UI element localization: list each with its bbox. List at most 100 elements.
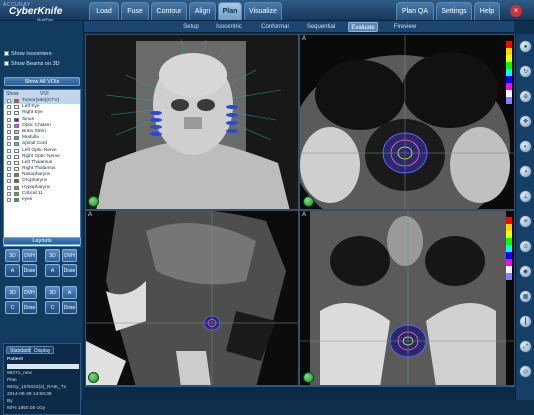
show-isocenters-checkbox[interactable]: Show Isocenters	[4, 50, 82, 58]
dose-level-swatch	[506, 238, 512, 245]
layout-button[interactable]: DVH	[22, 286, 37, 299]
plan-name: 90Gy_10/2022(2)_RAIK_Tx	[7, 385, 67, 390]
layout-button[interactable]: Dose	[22, 264, 37, 277]
close-icon[interactable]: ×	[510, 5, 522, 17]
voi-show-checkbox[interactable]	[7, 105, 11, 110]
grid-icon[interactable]: ▦	[519, 290, 532, 303]
voi-show-checkbox[interactable]	[7, 191, 11, 196]
layout-button[interactable]: DVH	[22, 249, 37, 262]
ruler-icon[interactable]: ┃	[519, 315, 532, 328]
tab-fuse[interactable]: Fuse	[121, 2, 149, 20]
voi-show-checkbox[interactable]	[7, 167, 11, 172]
voi-show-checkbox[interactable]	[7, 123, 11, 128]
reset-view-icon[interactable]	[88, 372, 99, 383]
contrast-icon[interactable]: ◑	[519, 165, 532, 178]
voi-color-swatch	[14, 160, 19, 165]
dose-color-bar	[506, 41, 512, 104]
zoom-icon[interactable]: ⊕	[519, 90, 532, 103]
layout-button[interactable]: 3D	[45, 286, 60, 299]
dose-level-swatch	[506, 90, 512, 97]
tab-visualize[interactable]: Visualize	[244, 2, 282, 20]
layout-button[interactable]: C	[5, 301, 20, 314]
view-label: A	[302, 212, 307, 218]
eye-icon[interactable]: ●	[519, 40, 532, 53]
fit-icon[interactable]: ⤢	[519, 340, 532, 353]
voi-show-checkbox[interactable]	[7, 111, 11, 116]
voi-show-checkbox[interactable]	[7, 173, 11, 178]
dose-level-swatch	[506, 97, 512, 104]
viewport-3d[interactable]	[85, 34, 299, 210]
layout-button[interactable]: C	[45, 301, 60, 314]
layout-button[interactable]: Dose	[62, 264, 77, 277]
layout-button[interactable]: A	[5, 264, 20, 277]
layout-button[interactable]: 3D	[5, 249, 20, 262]
pan-icon[interactable]: ✥	[519, 115, 532, 128]
camera-icon[interactable]: ◎	[519, 365, 532, 378]
subtab-conformal[interactable]: Conformal	[258, 22, 292, 32]
window-icon[interactable]: ◐	[519, 140, 532, 153]
voi-show-checkbox[interactable]	[7, 148, 11, 153]
tab-display[interactable]: Display	[30, 346, 55, 354]
voi-color-swatch	[14, 99, 19, 103]
plan-label: Plan	[7, 378, 17, 383]
subtab-sequential[interactable]: Sequential	[304, 22, 338, 32]
tab-contour[interactable]: Contour	[151, 2, 187, 20]
tab-settings[interactable]: Settings	[436, 2, 472, 20]
subtab-setup[interactable]: Setup	[180, 22, 202, 32]
voi-show-checkbox[interactable]	[7, 129, 11, 134]
voi-color-swatch	[14, 148, 19, 153]
voi-show-checkbox[interactable]	[7, 198, 11, 202]
tab-plan[interactable]: Plan	[218, 2, 242, 20]
beam-icon[interactable]: ✳	[519, 215, 532, 228]
reset-view-icon[interactable]	[303, 196, 314, 207]
dose-level-swatch	[506, 55, 512, 62]
layout-button[interactable]: DVH	[62, 249, 77, 262]
tab-help[interactable]: Help	[474, 2, 500, 20]
reset-view-icon[interactable]	[88, 196, 99, 207]
viewport-coronal[interactable]: A	[299, 210, 515, 386]
checkbox-box[interactable]	[4, 61, 9, 67]
voi-show-checkbox[interactable]	[7, 117, 11, 122]
dose-level-swatch	[506, 224, 512, 231]
voi-show-checkbox[interactable]	[7, 99, 11, 103]
viewport-axial[interactable]: A	[299, 34, 515, 210]
dose-icon[interactable]: ◉	[519, 265, 532, 278]
tab-align[interactable]: Align	[189, 2, 216, 20]
voi-show-checkbox[interactable]	[7, 154, 11, 159]
layout-button[interactable]: Dose	[62, 301, 77, 314]
voi-color-swatch	[14, 129, 19, 134]
reset-view-icon[interactable]	[303, 372, 314, 383]
layout-button[interactable]: A	[62, 286, 77, 299]
voi-color-swatch	[14, 173, 19, 178]
layouts-title: Layouts	[3, 237, 81, 245]
voi-show-checkbox[interactable]	[7, 179, 11, 184]
voi-show-checkbox[interactable]	[7, 136, 11, 141]
patient-id: 99271_new	[7, 371, 32, 376]
subtab-evaluate[interactable]: Evaluate	[348, 22, 378, 32]
voi-color-swatch	[14, 123, 19, 128]
voi-show-header: Show	[6, 91, 19, 97]
checkbox-box[interactable]	[4, 51, 9, 57]
dose-level-swatch	[506, 48, 512, 55]
show-beams-checkbox[interactable]: Show Beams on 3D	[4, 60, 82, 68]
tab-load[interactable]: Load	[89, 2, 119, 20]
layout-button[interactable]: Dose	[22, 301, 37, 314]
measure-icon[interactable]: ⟂	[519, 190, 532, 203]
tab-plan-qa[interactable]: Plan QA	[396, 2, 434, 20]
subtab-fireview[interactable]: Fireview	[390, 22, 420, 32]
viewport-sagittal[interactable]: A	[85, 210, 299, 386]
subtab-isocentric[interactable]: Isocentric	[212, 22, 246, 32]
patient-label: Patient	[7, 357, 23, 362]
rotate-icon[interactable]: ↻	[519, 65, 532, 78]
iso-icon[interactable]: ⊙	[519, 240, 532, 253]
layout-button[interactable]: 3D	[45, 249, 60, 262]
voi-show-checkbox[interactable]	[7, 160, 11, 165]
show-all-vois-button[interactable]: Show All VOIs	[4, 77, 80, 86]
voi-show-checkbox[interactable]	[7, 142, 11, 147]
voi-show-checkbox[interactable]	[7, 185, 11, 190]
voi-list: Show VOI Tumor(site)(CTV) Left Eye Right E…	[3, 89, 81, 247]
layout-button[interactable]: A	[45, 264, 60, 277]
voi-color-swatch	[14, 117, 19, 122]
voi-row[interactable]: eyes	[4, 197, 80, 203]
layout-button[interactable]: 3D	[5, 286, 20, 299]
